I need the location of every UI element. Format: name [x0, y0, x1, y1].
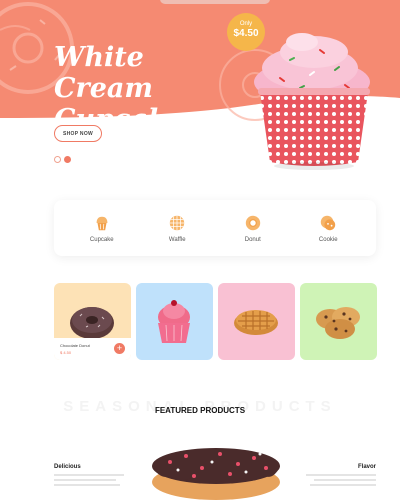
category-cupcake[interactable]: Cupcake: [72, 214, 132, 243]
add-to-cart-button[interactable]: +: [114, 343, 125, 354]
feature-left: Delicious: [54, 464, 134, 489]
text-placeholder: [54, 474, 124, 476]
cupcake-product-image: [158, 300, 190, 343]
product-card-waffle[interactable]: [218, 283, 295, 360]
featured-donut-image: [152, 448, 280, 500]
category-card: Cupcake Waffle Donut Cookie: [54, 200, 376, 256]
slider-dot-2[interactable]: [64, 156, 71, 163]
category-waffle[interactable]: Waffle: [147, 214, 207, 243]
price-badge-label: Only: [239, 21, 253, 27]
shop-now-button[interactable]: SHOP NOW: [54, 125, 102, 142]
product-info: Chocolate Donut $ 4.50 +: [54, 338, 131, 360]
product-card-cupcake[interactable]: [136, 283, 213, 360]
donut-icon: [245, 215, 260, 230]
feature-right-title: Flavor: [357, 464, 376, 470]
text-placeholder: [314, 479, 376, 481]
top-nav-bar: [160, 0, 270, 4]
feature-right: Flavor: [296, 464, 376, 489]
category-label: Cupcake: [89, 236, 114, 243]
category-label: Waffle: [168, 236, 186, 243]
waffle-product-image: [234, 310, 278, 335]
product-price: $ 4.50: [60, 350, 72, 355]
cookie-icon: [321, 215, 336, 230]
category-label: Cookie: [318, 236, 338, 243]
cupcake-icon: [96, 216, 108, 230]
product-card-donut[interactable]: Chocolate Donut $ 4.50 +: [54, 283, 131, 360]
text-placeholder: [54, 479, 116, 481]
cupcake-image: [254, 33, 370, 170]
category-cookie[interactable]: Cookie: [298, 214, 358, 243]
waffle-icon: [170, 215, 185, 230]
hero-slider-dots: [54, 156, 71, 163]
slider-dot-1[interactable]: [54, 156, 61, 163]
product-name: Chocolate Donut: [60, 343, 90, 348]
category-donut[interactable]: Donut: [223, 214, 283, 243]
featured-heading: FEATURED PRODUCTS: [154, 406, 246, 415]
text-placeholder: [54, 484, 120, 486]
feature-left-title: Delicious: [54, 464, 81, 470]
hero-title: White Cream Cupcake: [54, 42, 184, 125]
product-card-cookie[interactable]: [300, 283, 377, 360]
text-placeholder: [306, 474, 376, 476]
text-placeholder: [310, 484, 376, 486]
category-label: Donut: [244, 236, 261, 243]
cookie-product-image: [316, 307, 360, 339]
